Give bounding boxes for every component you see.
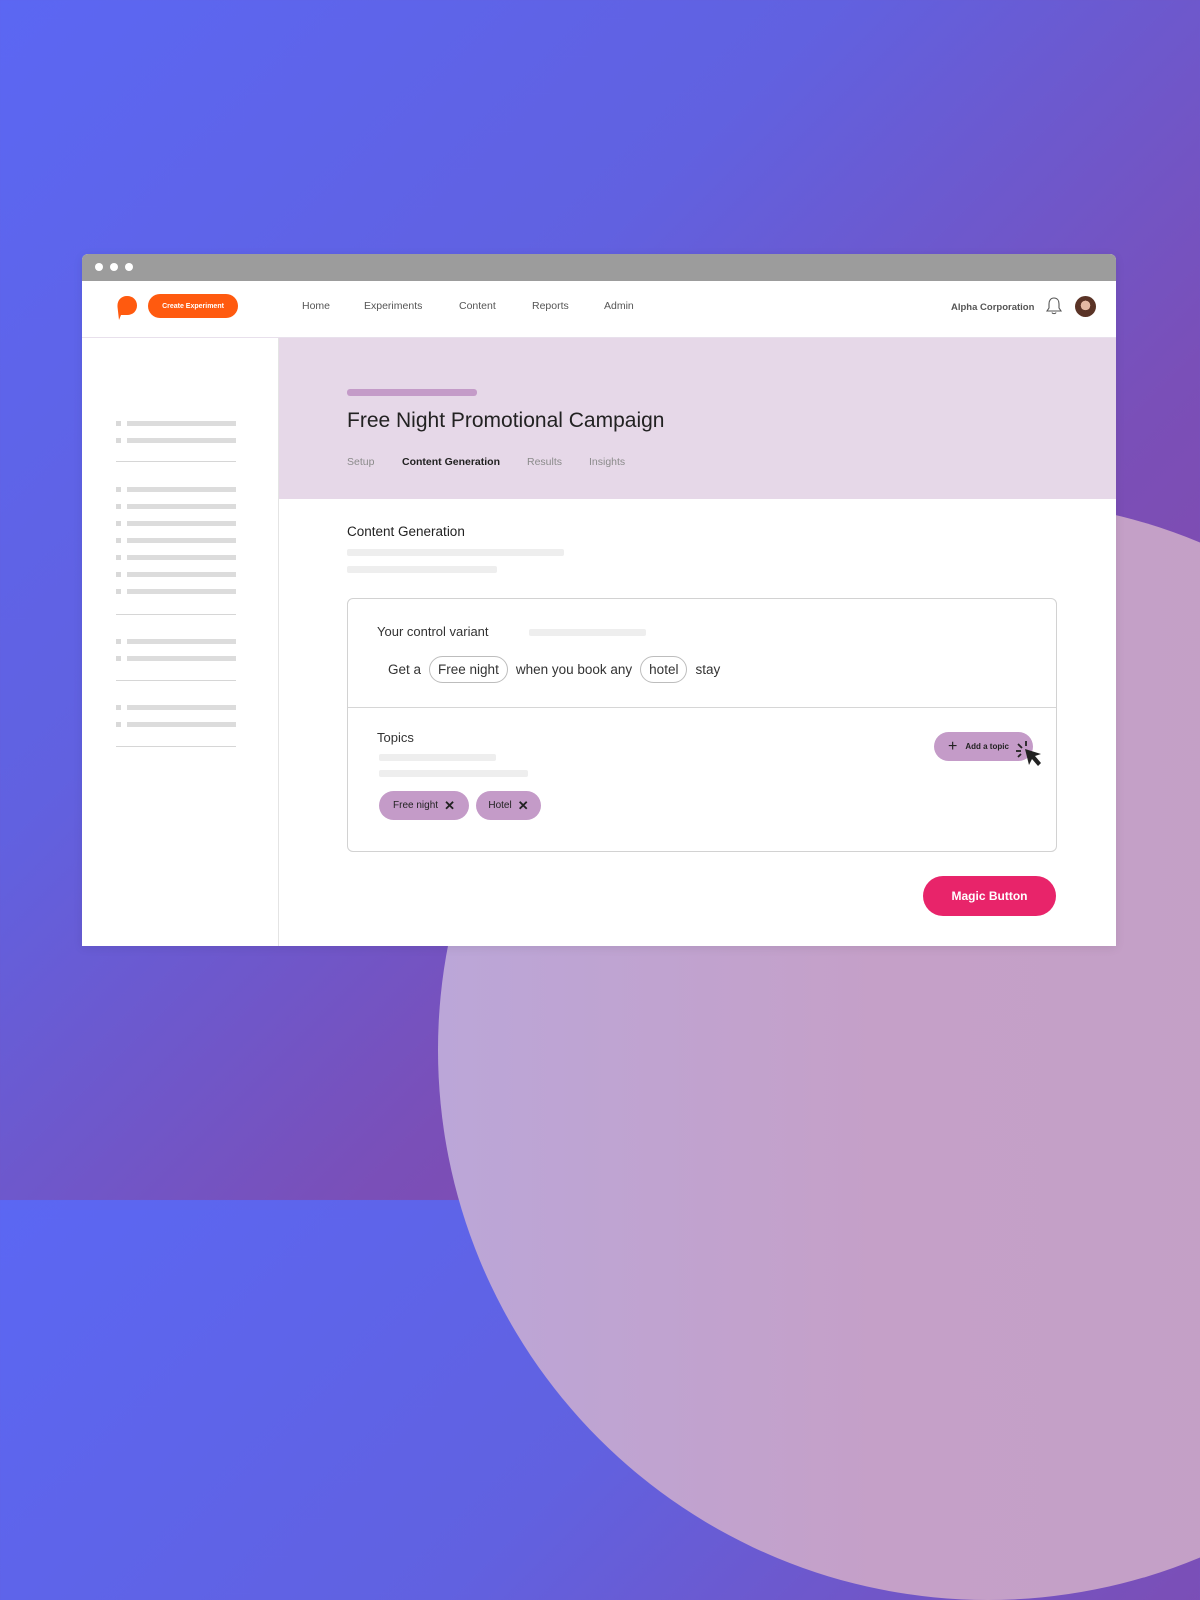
speech-bubble-logo-icon[interactable] — [116, 295, 138, 321]
tab-insights[interactable]: Insights — [589, 456, 625, 468]
create-experiment-button[interactable]: Create Experiment — [148, 294, 238, 318]
text-placeholder — [379, 754, 496, 761]
sidebar-item[interactable] — [116, 487, 236, 492]
sidebar-item[interactable] — [116, 421, 236, 426]
text-placeholder — [347, 549, 564, 556]
variant-slot-free-night[interactable]: Free night — [429, 656, 508, 683]
mouse-cursor-icon — [1016, 741, 1041, 766]
sidebar-item[interactable] — [116, 504, 236, 509]
sidebar-divider — [116, 680, 236, 681]
section-title: Content Generation — [347, 524, 465, 539]
tab-results[interactable]: Results — [527, 456, 562, 468]
variant-slot-hotel[interactable]: hotel — [640, 656, 688, 683]
user-avatar[interactable] — [1075, 296, 1096, 317]
nav-link-home[interactable]: Home — [302, 300, 330, 312]
sidebar-divider — [116, 746, 236, 747]
text-placeholder — [529, 629, 646, 636]
window-control-dot[interactable] — [125, 263, 133, 271]
window-titlebar — [82, 254, 1116, 281]
tab-content-generation[interactable]: Content Generation — [402, 456, 500, 468]
sidebar-item[interactable] — [116, 555, 236, 560]
sidebar-item[interactable] — [116, 656, 236, 661]
topics-label: Topics — [377, 730, 414, 745]
nav-link-reports[interactable]: Reports — [532, 300, 569, 312]
remove-icon[interactable]: ✕ — [444, 798, 455, 814]
sidebar — [82, 338, 279, 946]
sentence-text: stay — [695, 662, 721, 677]
control-variant-label: Your control variant — [377, 624, 489, 639]
text-placeholder — [347, 566, 497, 573]
eyebrow-placeholder — [347, 389, 477, 396]
sentence-text: when you book any — [515, 662, 633, 677]
control-variant-sentence: Get a Free night when you book any hotel… — [388, 656, 720, 683]
text-placeholder — [379, 770, 528, 777]
window-control-dot[interactable] — [110, 263, 118, 271]
sidebar-divider — [116, 461, 236, 462]
nav-link-experiments[interactable]: Experiments — [364, 300, 422, 312]
bell-icon[interactable] — [1045, 296, 1063, 316]
window-control-dot[interactable] — [95, 263, 103, 271]
nav-link-admin[interactable]: Admin — [604, 300, 634, 312]
content-card: Your control variant Get a Free night wh… — [347, 598, 1057, 852]
sentence-text: Get a — [388, 662, 422, 677]
sidebar-item[interactable] — [116, 438, 236, 443]
topic-chip[interactable]: Hotel ✕ — [476, 791, 541, 820]
sidebar-divider — [116, 614, 236, 615]
nav-link-content[interactable]: Content — [459, 300, 496, 312]
browser-window: Create Experiment Home Experiments Conte… — [82, 254, 1116, 946]
sidebar-item[interactable] — [116, 639, 236, 644]
sidebar-item[interactable] — [116, 572, 236, 577]
tab-setup[interactable]: Setup — [347, 456, 374, 468]
sidebar-item[interactable] — [116, 705, 236, 710]
organization-name[interactable]: Alpha Corporation — [951, 302, 1034, 313]
sidebar-item[interactable] — [116, 521, 236, 526]
add-topic-label: Add a topic — [965, 742, 1009, 751]
sidebar-item[interactable] — [116, 589, 236, 594]
card-divider — [348, 707, 1056, 708]
topic-chip-label: Free night — [393, 800, 439, 811]
plus-icon: + — [948, 737, 958, 755]
topic-chip-label: Hotel — [488, 800, 512, 811]
remove-icon[interactable]: ✕ — [518, 798, 529, 814]
page-title: Free Night Promotional Campaign — [347, 409, 665, 432]
sidebar-item[interactable] — [116, 538, 236, 543]
page-header: Free Night Promotional Campaign Setup Co… — [279, 338, 1116, 499]
topic-chip[interactable]: Free night ✕ — [379, 791, 469, 820]
magic-button[interactable]: Magic Button — [923, 876, 1056, 916]
sidebar-item[interactable] — [116, 722, 236, 727]
top-navigation: Create Experiment Home Experiments Conte… — [82, 281, 1116, 338]
